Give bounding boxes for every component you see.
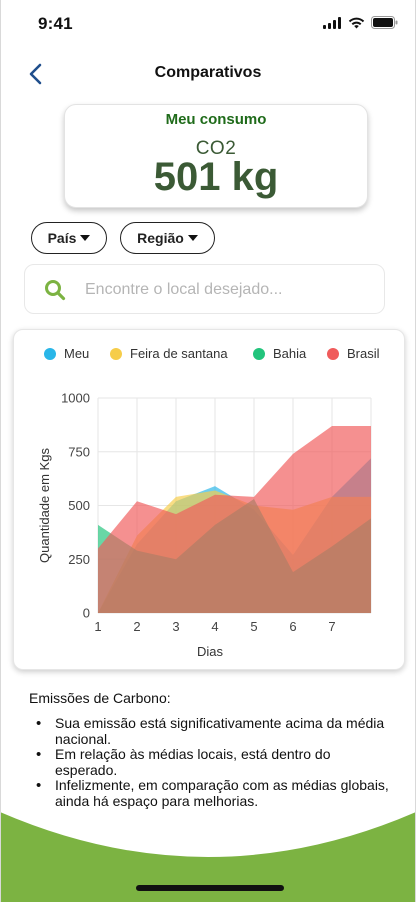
legend-item[interactable]: Bahia: [253, 346, 306, 361]
region-filter-label: Região: [137, 230, 184, 246]
header: Comparativos: [0, 56, 416, 92]
region-filter-button[interactable]: Região: [120, 222, 215, 254]
x-tick-label: 7: [328, 619, 335, 634]
y-tick-label: 250: [68, 552, 90, 567]
legend-item[interactable]: Meu: [44, 346, 89, 361]
caret-down-icon: [187, 234, 198, 241]
legend-item[interactable]: Brasil: [327, 346, 380, 361]
legend-label: Feira de santana: [130, 346, 228, 361]
emissions-notes: Emissões de Carbono: Sua emissão está si…: [29, 690, 389, 809]
country-filter-label: País: [47, 230, 77, 246]
chart-legend: Meu Feira de santana Bahia Brasil: [14, 346, 404, 364]
legend-dot: [253, 347, 265, 360]
y-tick-label: 750: [68, 444, 90, 459]
x-tick-label: 5: [250, 619, 257, 634]
y-tick-label: 500: [68, 498, 90, 513]
country-filter-button[interactable]: País: [31, 222, 107, 254]
note-item: Sua emissão está significativamente acim…: [29, 715, 389, 747]
home-indicator: [136, 885, 284, 891]
area-series: [98, 425, 371, 613]
status-bar: 9:41: [0, 0, 416, 48]
x-tick-label: 4: [211, 619, 218, 634]
status-time: 9:41: [38, 14, 73, 33]
x-tick-label: 2: [133, 619, 140, 634]
x-axis-title: Dias: [197, 644, 224, 659]
y-tick-label: 0: [83, 606, 90, 621]
note-item: Infelizmente, em comparação com as média…: [29, 777, 389, 809]
chart-card: Meu Feira de santana Bahia Brasil 0 250 500 75…: [13, 329, 405, 670]
legend-label: Bahia: [273, 346, 307, 361]
battery-icon: [371, 16, 398, 29]
page-title: Comparativos: [154, 64, 262, 81]
notes-list: Sua emissão está significativamente acim…: [29, 715, 389, 809]
x-tick-label: 6: [289, 619, 296, 634]
x-tick-label: 3: [172, 619, 179, 634]
status-icons: [323, 16, 398, 29]
search-icon: [45, 280, 66, 301]
legend-item[interactable]: Feira de santana: [110, 346, 228, 361]
y-axis-title: Quantidade em Kgs: [37, 448, 52, 563]
search-box: [24, 264, 385, 314]
consumption-title: Meu consumo: [165, 111, 267, 128]
consumption-card: Meu consumo CO2 501 kg: [64, 104, 368, 208]
consumption-value: 501 kg: [153, 155, 279, 199]
y-tick-label: 1000: [61, 391, 90, 406]
legend-dot: [44, 347, 56, 360]
area-chart: 0 250 500 750 1000 1 2 3 4 5 6 7 Dias Quantidade em K…: [37, 391, 372, 659]
legend-dot: [327, 347, 339, 360]
wifi-icon: [348, 17, 365, 28]
notes-title: Emissões de Carbono:: [29, 690, 171, 706]
search-input[interactable]: [85, 277, 375, 303]
signal-icon: [323, 16, 341, 29]
legend-label: Brasil: [347, 346, 380, 361]
note-item: Em relação às médias locais, está dentro…: [29, 746, 389, 778]
x-tick-label: 1: [94, 619, 101, 634]
legend-dot: [110, 347, 122, 360]
legend-label: Meu: [64, 346, 90, 361]
caret-down-icon: [80, 234, 91, 241]
